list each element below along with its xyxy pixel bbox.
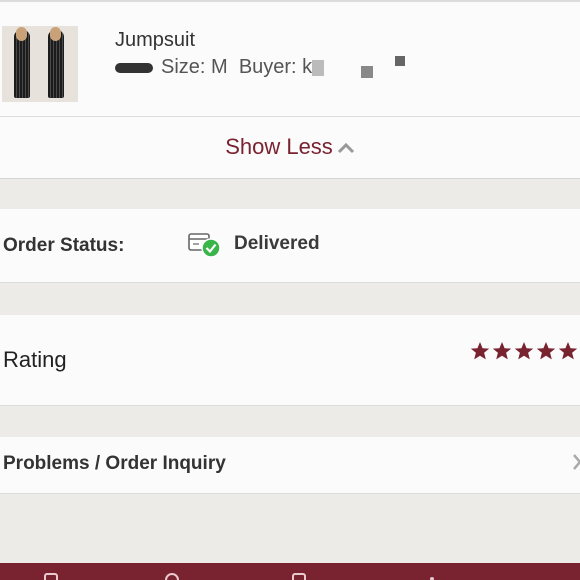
item-buyer: Buyer: k [238,56,313,78]
tab-icon[interactable] [44,573,58,580]
bottom-tab-bar [0,563,580,580]
chevron-up-icon [337,138,355,159]
problems-row[interactable]: Problems / Order Inquiry [0,437,580,494]
star-icon [470,342,490,360]
rating-label: Rating [3,347,67,372]
problems-label: Problems / Order Inquiry [3,453,226,474]
redacted-scribble [115,62,153,73]
model-head-left [16,27,27,41]
redacted-block [395,56,405,66]
item-size: Size: M [161,56,228,78]
star-icon [558,342,578,360]
redacted-block [361,66,373,78]
show-less-panel: Show Less [0,117,580,179]
model-head-right [50,27,61,41]
delivered-box-icon [188,233,221,258]
show-less-button[interactable]: Show Less [0,134,580,160]
star-icon [514,342,534,360]
rating-stars [470,341,580,366]
order-status-label: Order Status: [3,235,125,256]
show-less-label: Show Less [225,134,333,159]
redacted-block [312,59,325,76]
tab-icon[interactable] [165,573,179,580]
item-title: Jumpsuit [115,29,196,51]
item-meta: Size: M Buyer: k [115,56,325,79]
star-icon [492,342,512,360]
star-icon [536,342,556,360]
item-row[interactable]: Jumpsuit Size: M Buyer: k [0,0,580,117]
tab-icon[interactable] [292,573,306,580]
rating-panel: Rating [0,315,580,406]
item-thumbnail[interactable] [2,26,78,102]
order-status-panel: Order Status: Delivered [0,209,580,283]
chevron-right-icon [572,453,580,477]
order-status-value: Delivered [234,233,320,254]
